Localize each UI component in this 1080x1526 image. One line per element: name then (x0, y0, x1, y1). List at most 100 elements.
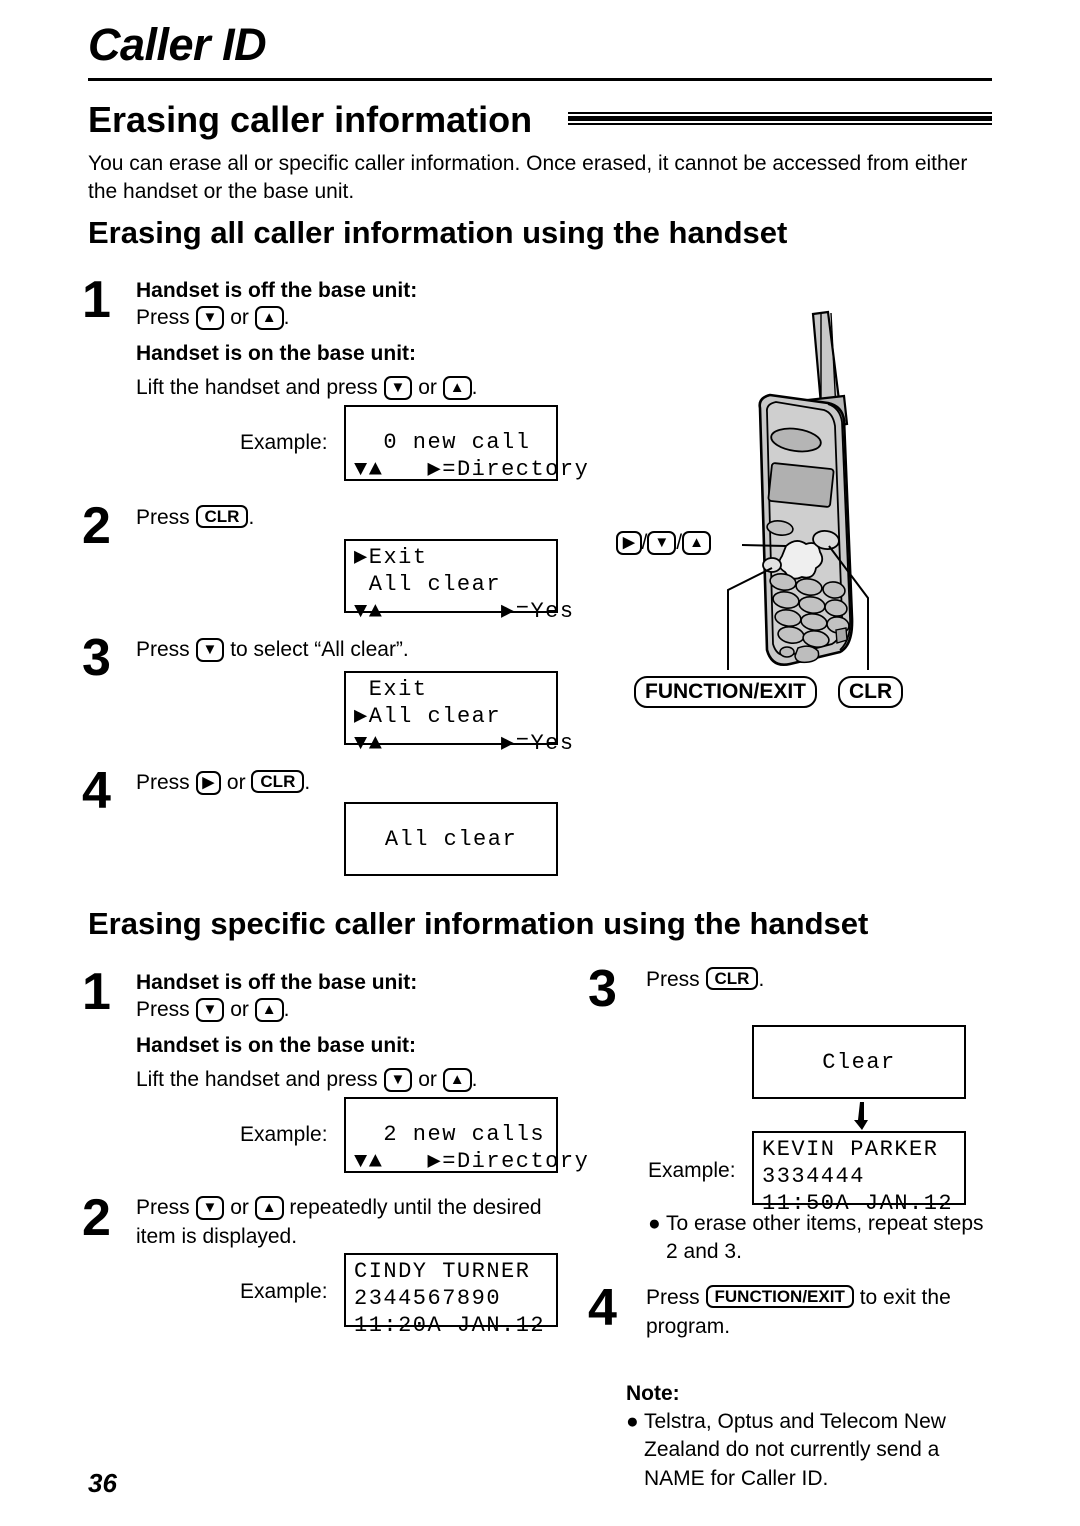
lcd-line: All clear (354, 572, 502, 597)
down-arrow-key[interactable]: ▼ (647, 531, 677, 555)
lcd-line: 11:20A JAN.12 (354, 1313, 546, 1338)
select-all-clear-label: to select “All clear”. (224, 638, 409, 661)
right-arrow-key[interactable]: ▶ (616, 531, 642, 555)
press-label: Press (136, 306, 196, 329)
lcd-display: 0 new call ▼▲ ▶=Directory (344, 405, 590, 482)
press-label: Press (136, 506, 196, 529)
lcd-display: CINDY TURNER 2344567890 11:20A JAN.12 (344, 1253, 558, 1338)
down-arrow-key[interactable]: ▼ (383, 376, 413, 400)
callout-clr: CLR (838, 676, 904, 708)
down-arrow-key[interactable]: ▼ (195, 1196, 225, 1220)
example-label: Example: (240, 1280, 328, 1303)
lcd-line: ▶All clear (354, 704, 502, 729)
lcd-line: Clear (822, 1050, 896, 1075)
period: . (471, 376, 478, 399)
example-label: Example: (240, 431, 328, 454)
press-label: Press (136, 1196, 196, 1219)
up-arrow-key[interactable]: ▲ (254, 1196, 284, 1220)
lcd-line: ▼▲ ▶=Yes (354, 599, 575, 624)
example-label: Example: (648, 1159, 736, 1182)
bullet-text: To erase other items, repeat steps 2 and… (666, 1212, 984, 1264)
clr-key[interactable]: CLR (251, 770, 305, 793)
lcd-line: Exit (354, 677, 428, 702)
or-label: or (221, 771, 252, 794)
step-number: 1 (82, 963, 111, 1021)
down-arrow-key[interactable]: ▼ (195, 998, 225, 1022)
lcd-display: KEVIN PARKER 3334444 11:50A JAN.12 (752, 1131, 966, 1216)
example-label: Example: (240, 1123, 328, 1146)
note-bullet: ● Telstra, Optus and Telecom New Zealand… (626, 1408, 996, 1493)
period: . (304, 771, 311, 794)
press-label: Press (646, 1286, 706, 1309)
step-4-press-line: Press FUNCTION/EXIT to exit the program. (646, 1284, 996, 1342)
step-3-press-line: Press CLR. (646, 966, 764, 995)
press-label: Press (646, 968, 706, 991)
step-number: 3 (82, 629, 111, 687)
up-arrow-key[interactable]: ▲ (254, 306, 284, 330)
step-2-press-line: Press ▼ or ▲ repeatedly until the desire… (136, 1194, 576, 1252)
lcd-line: ▼▲ ▶=Directory (354, 457, 590, 482)
lcd-line: KEVIN PARKER (762, 1137, 939, 1162)
page-number: 36 (88, 1468, 117, 1498)
clr-key[interactable]: CLR (195, 505, 249, 528)
lcd-line: ▼▲ ▶=Yes (354, 731, 575, 756)
subsection-1-heading: Erasing all caller information using the… (88, 215, 788, 250)
step-1-press-line: Press ▼ or ▲. (136, 304, 289, 333)
subsection-2-heading: Erasing specific caller information usin… (88, 906, 869, 941)
up-arrow-key[interactable]: ▲ (442, 1068, 472, 1092)
lcd-line: 2344567890 (354, 1286, 502, 1311)
lcd-line: ▶Exit (354, 545, 428, 570)
down-arrow-key[interactable]: ▼ (383, 1068, 413, 1092)
step-1-title-on: Handset is on the base unit: (136, 342, 417, 365)
period: . (283, 306, 290, 329)
nav-keys-label: ▶ / ▼ / ▲ (616, 531, 711, 555)
up-arrow-key[interactable]: ▲ (254, 998, 284, 1022)
or-label: or (224, 306, 255, 329)
down-arrow-key[interactable]: ▼ (195, 306, 225, 330)
lcd-line: 2 new calls (354, 1122, 546, 1147)
lcd-display: ▶Exit All clear ▼▲ ▶=Yes (344, 539, 573, 624)
handset-illustration (600, 300, 1000, 720)
lcd-line: All clear (384, 827, 518, 852)
manual-page: Caller ID Erasing caller information You… (0, 0, 1080, 1526)
step-1-title-on: Handset is on the base unit: (136, 1034, 417, 1057)
up-arrow-key[interactable]: ▲ (442, 376, 472, 400)
lift-label: Lift the handset and press (136, 376, 384, 399)
step-4-press-line: Press ▶ or CLR. (136, 769, 310, 798)
right-arrow-key[interactable]: ▶ (195, 771, 222, 795)
note-heading: Note: (626, 1382, 680, 1405)
lcd-display: All clear (344, 802, 558, 876)
step-1-lift-line: Lift the handset and press ▼ or ▲. (136, 374, 477, 403)
period: . (283, 998, 290, 1021)
clr-key[interactable]: CLR (705, 967, 759, 990)
up-arrow-key[interactable]: ▲ (682, 531, 711, 555)
step-3-press-line: Press ▼ to select “All clear”. (136, 636, 409, 665)
step-1-lift-line: Lift the handset and press ▼ or ▲. (136, 1066, 477, 1095)
section-heading-rule (568, 112, 992, 125)
section-heading: Erasing caller information (88, 99, 533, 140)
or-label: or (224, 1196, 255, 1219)
step-number: 4 (82, 762, 111, 820)
bullet-dot-icon: ● (648, 1212, 661, 1235)
function-exit-key[interactable]: FUNCTION/EXIT (705, 1285, 854, 1308)
handset-drawing (727, 310, 869, 670)
down-arrow-key[interactable]: ▼ (195, 638, 225, 662)
repeat-steps-bullet: ● To erase other items, repeat steps 2 a… (648, 1210, 996, 1267)
step-2-press-line: Press CLR. (136, 504, 254, 533)
lcd-display: Exit ▶All clear ▼▲ ▶=Yes (344, 671, 573, 756)
section-intro: You can erase all or specific caller inf… (88, 152, 968, 204)
lcd-line: 0 new call (354, 430, 531, 455)
lcd-display: 2 new calls ▼▲ ▶=Directory (344, 1097, 590, 1174)
step-1-title-off: Handset is off the base unit: (136, 971, 418, 994)
period: . (471, 1068, 478, 1091)
step-1-title-off: Handset is off the base unit: (136, 279, 418, 302)
step-number: 2 (82, 497, 111, 555)
or-label: or (224, 998, 255, 1021)
bullet-dot-icon: ● (626, 1410, 639, 1433)
press-label: Press (136, 998, 196, 1021)
note-text: Telstra, Optus and Telecom New Zealand d… (644, 1410, 946, 1490)
lcd-display: Clear (752, 1025, 966, 1099)
step-number: 1 (82, 271, 111, 329)
chapter-title: Caller ID (88, 19, 267, 70)
lcd-line: ▼▲ ▶=Directory (354, 1149, 590, 1174)
